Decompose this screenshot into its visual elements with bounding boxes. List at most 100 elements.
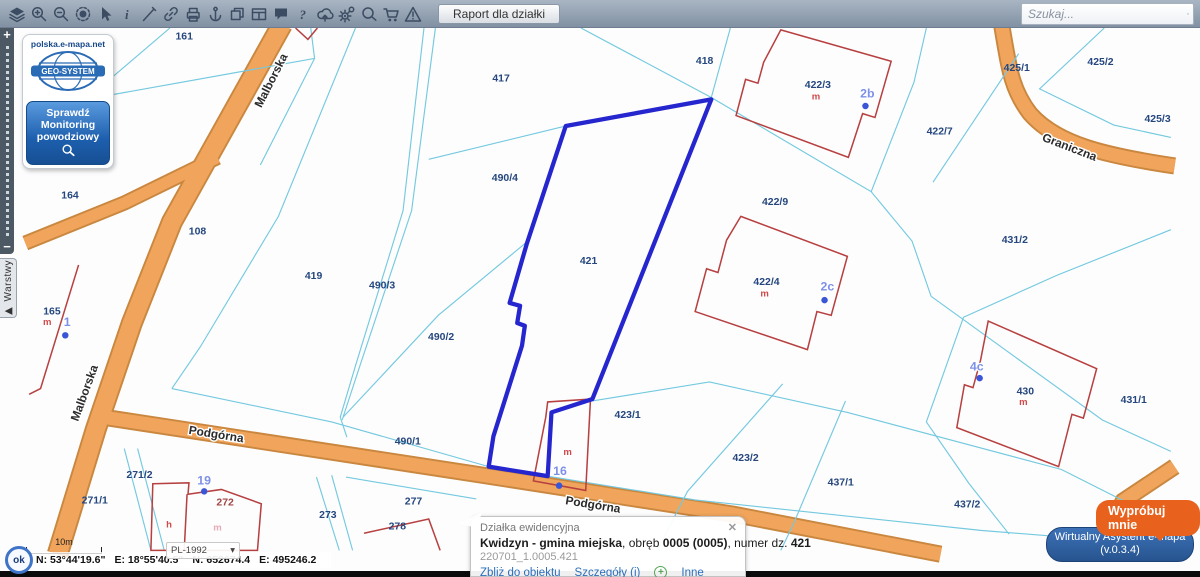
building-outline [296, 28, 318, 39]
building-mark: m [812, 91, 820, 102]
site-name: polska.e-mapa.net [26, 39, 110, 49]
plus-icon[interactable]: + [654, 566, 667, 577]
parcel-line [711, 97, 931, 296]
parcel-label: 422/7 [927, 127, 953, 138]
address-label: 1 [64, 315, 71, 329]
parcel-line [429, 126, 566, 159]
layers-icon[interactable] [6, 2, 28, 26]
link-icon[interactable] [160, 2, 182, 26]
parcel-label: 108 [189, 226, 207, 237]
parcel-line [343, 242, 527, 417]
e-mapa-app: i ? Raport dla działki [0, 0, 1200, 577]
search-icon[interactable] [1187, 6, 1189, 22]
warning-icon[interactable] [402, 2, 424, 26]
select-area-icon[interactable] [72, 2, 94, 26]
projection-value: PL-1992 [171, 545, 207, 556]
zoom-to-object-link[interactable]: Zbliż do obiektu [480, 567, 561, 577]
parcel-boundaries [29, 28, 1171, 550]
flood-line3: powodziowy [29, 131, 107, 143]
draw-icon[interactable] [138, 2, 160, 26]
parcel-label: 272 [216, 498, 234, 509]
close-icon[interactable]: ✕ [728, 521, 737, 534]
parcel-label: 425/2 [1087, 57, 1113, 68]
logo-panel[interactable]: polska.e-mapa.net GEO-SYSTEM Sprawdź Mon… [22, 34, 114, 169]
parcel-label: 277 [405, 497, 423, 508]
settings-icon[interactable] [336, 2, 358, 26]
address-label: 4c [970, 360, 984, 374]
geo-system-logo: GEO-SYSTEM [29, 49, 107, 93]
feedback-icon[interactable] [270, 2, 292, 26]
coord-lat: N: 53°44'19.6" [36, 554, 105, 566]
building-mark: m [760, 288, 768, 299]
parcel-label-421: 421 [580, 256, 598, 267]
parcel-label: 431/1 [1121, 395, 1147, 406]
other-link[interactable]: Inne [681, 567, 703, 577]
map-canvas[interactable]: Malborska Malborska Podgórna Podgórna Gr… [0, 28, 1200, 577]
parcel-line [342, 28, 435, 420]
parcel-label: 271/2 [126, 470, 152, 481]
parcel-label: 418 [696, 56, 714, 67]
parcel-label: 422/3 [805, 80, 831, 91]
report-parcel-button[interactable]: Raport dla działki [438, 4, 560, 24]
help-icon[interactable]: ? [292, 2, 314, 26]
highlighted-parcel-421[interactable] [489, 99, 712, 476]
search-input[interactable] [1026, 6, 1187, 22]
parcel-label: 422/4 [753, 277, 779, 288]
add-marker-icon[interactable] [204, 2, 226, 26]
search-box [1021, 3, 1194, 25]
zoom-in-button[interactable]: + [3, 28, 11, 42]
assistant-try-bubble[interactable]: Wypróbuj mnie [1096, 500, 1200, 536]
parcel-text: , numer dz. [727, 536, 790, 550]
parcel-label: 430 [1017, 386, 1035, 397]
address-dot [201, 488, 207, 494]
building-mark: m [43, 317, 51, 328]
search-zoom-icon[interactable] [358, 2, 380, 26]
assistant-version: (v.0.3.4) [1047, 544, 1193, 557]
address-label: 19 [197, 474, 211, 488]
flood-monitoring-button[interactable]: Sprawdź Monitoring powodziowy [26, 101, 110, 165]
parcel-municipality: Kwidzyn - gmina miejska [480, 536, 622, 550]
details-link[interactable]: Szczegóły (i) [575, 567, 641, 577]
parcel-line [931, 296, 1171, 451]
print-icon[interactable] [182, 2, 204, 26]
parcel-label: 437/2 [954, 500, 980, 511]
parcel-number: 421 [791, 536, 811, 550]
layout-icon[interactable] [248, 2, 270, 26]
parcel-label: 431/2 [1002, 235, 1028, 246]
svg-text:?: ? [300, 7, 307, 22]
parcel-id: 220701_1.0005.421 [480, 551, 736, 563]
info-icon[interactable]: i [116, 2, 138, 26]
building-mark: h [166, 520, 172, 531]
zoom-out-icon[interactable] [50, 2, 72, 26]
parcel-label: 165 [43, 306, 61, 317]
projection-select[interactable]: PL-1992 ▾ [166, 542, 240, 559]
zoom-slider-track[interactable] [6, 46, 9, 236]
zoom-in-icon[interactable] [28, 2, 50, 26]
parcel-label: 164 [61, 190, 79, 201]
parcel-label: 437/1 [828, 478, 854, 489]
parcel-description: Kwidzyn - gmina miejska, obręb 0005 (000… [480, 536, 736, 550]
parcel-text: , obręb [622, 536, 663, 550]
parcel-line [124, 449, 151, 551]
parcel-label: 278 [389, 521, 407, 532]
ok-button[interactable]: ok [5, 546, 33, 574]
flood-line1: Sprawdź [29, 107, 107, 119]
address-dot [821, 297, 827, 303]
parcel-labels: 161 417 418 422/3 425/1 425/2 425/3 422/… [43, 31, 1171, 532]
panel-title: Działka ewidencyjna [480, 522, 736, 534]
zoom-out-button[interactable]: − [3, 240, 11, 254]
parcel-label: 425/1 [1004, 63, 1030, 74]
parcel-obreb: 0005 (0005) [663, 536, 728, 550]
cart-icon[interactable] [380, 2, 402, 26]
cloud-upload-icon[interactable] [314, 2, 336, 26]
address-dot [556, 482, 562, 488]
parcel-info-panel: Działka ewidencyjna ✕ Kwidzyn - gmina mi… [470, 516, 746, 577]
svg-text:i: i [125, 7, 129, 22]
parcel-label: 423/2 [732, 453, 758, 464]
layers-panel-tab[interactable]: ▶ Warstwy [0, 258, 17, 318]
building-mark: m [563, 447, 571, 458]
copy-view-icon[interactable] [226, 2, 248, 26]
scale-label: 10m [26, 537, 102, 547]
pointer-icon[interactable] [94, 2, 116, 26]
parcel-line [711, 28, 730, 97]
